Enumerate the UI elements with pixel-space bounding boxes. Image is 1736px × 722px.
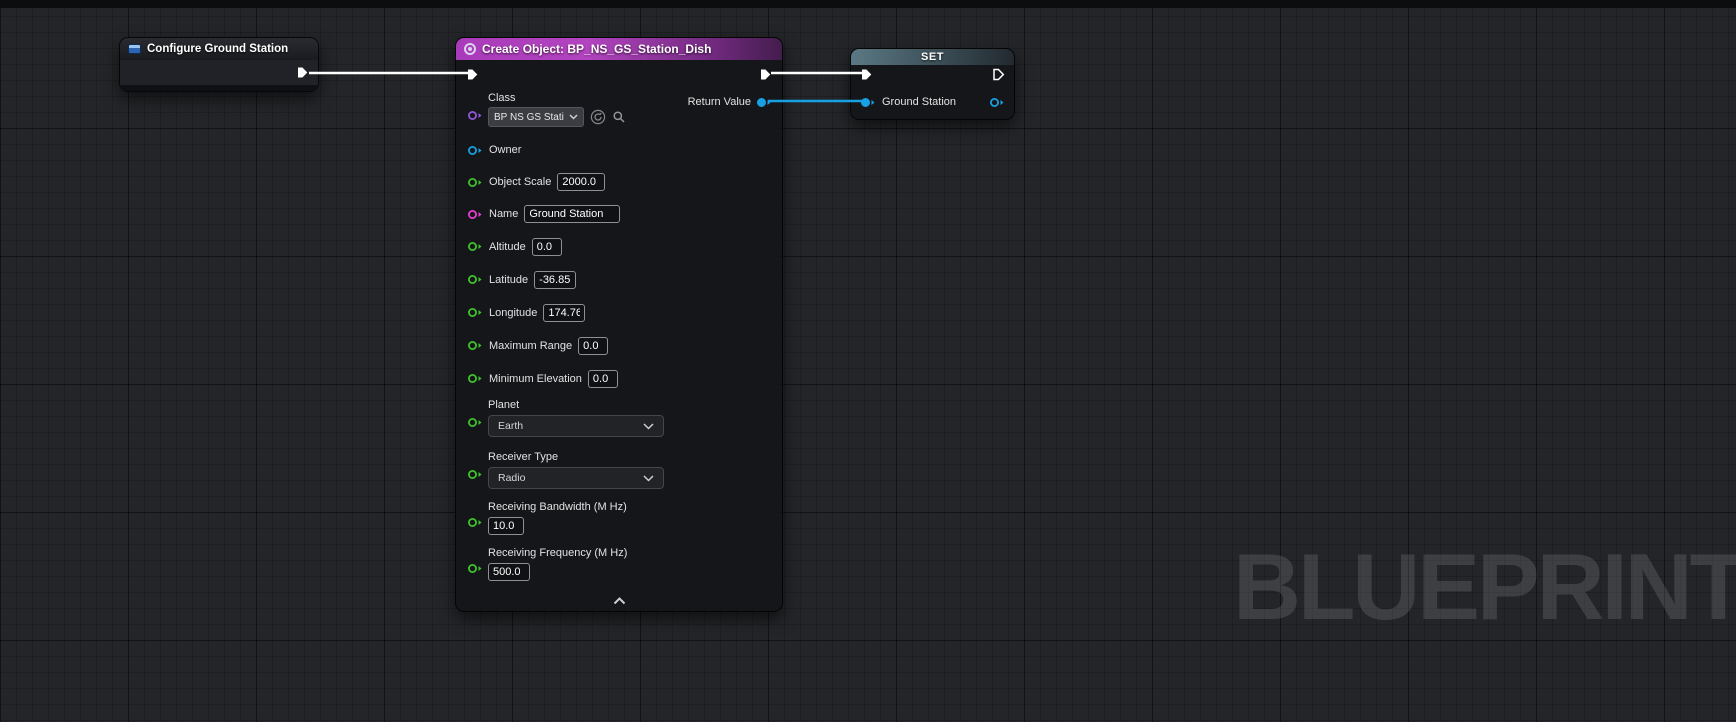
- node-title: Configure Ground Station: [147, 43, 288, 55]
- node-header[interactable]: Create Object: BP_NS_GS_Station_Dish: [456, 38, 782, 60]
- search-icon[interactable]: [612, 110, 626, 124]
- pin-label: Ground Station: [882, 96, 956, 108]
- node-create-object[interactable]: Create Object: BP_NS_GS_Station_Dish Cla…: [455, 37, 783, 612]
- receiving-frequency-input[interactable]: [488, 563, 530, 581]
- ground-station-input-pin[interactable]: [860, 97, 876, 108]
- float-pin[interactable]: [467, 563, 483, 574]
- pin-row-receiver-type: Receiver Type Radio: [456, 451, 782, 489]
- receiver-type-dropdown[interactable]: Radio: [488, 467, 664, 489]
- float-pin[interactable]: [467, 340, 483, 351]
- pin-row-planet: Planet Earth: [456, 399, 782, 437]
- chevron-down-icon: [643, 475, 654, 482]
- pin-row-altitude: Altitude: [456, 230, 782, 263]
- node-configure-ground-station[interactable]: Configure Ground Station: [119, 37, 319, 92]
- exec-input-pin[interactable]: [466, 68, 479, 81]
- node-title: Create Object: BP_NS_GS_Station_Dish: [482, 42, 711, 56]
- pin-label: Owner: [489, 144, 521, 156]
- node-set-ground-station[interactable]: SET Ground Station: [850, 48, 1015, 120]
- name-input[interactable]: [524, 205, 620, 223]
- float-pin[interactable]: [467, 307, 483, 318]
- float-pin[interactable]: [467, 177, 483, 188]
- altitude-input[interactable]: [532, 238, 562, 256]
- float-pin[interactable]: [467, 274, 483, 285]
- latitude-input[interactable]: [534, 271, 576, 289]
- macro-icon: [128, 44, 141, 54]
- minimum-elevation-input[interactable]: [588, 370, 618, 388]
- exec-output-pin[interactable]: [296, 66, 309, 79]
- pin-row-receiving-bandwidth: Receiving Bandwidth (M Hz): [456, 501, 782, 535]
- receiver-type-dropdown-value: Radio: [498, 472, 525, 484]
- longitude-input[interactable]: [543, 304, 585, 322]
- float-pin[interactable]: [467, 373, 483, 384]
- pin-label: Receiving Frequency (M Hz): [488, 547, 782, 559]
- pin-label: Altitude: [489, 241, 526, 253]
- float-pin[interactable]: [467, 469, 483, 480]
- chevron-down-icon: [569, 114, 578, 120]
- string-pin[interactable]: [467, 209, 483, 220]
- class-dropdown[interactable]: BP NS GS Stati: [488, 107, 584, 127]
- node-header[interactable]: SET: [851, 49, 1014, 65]
- node-body: [120, 60, 318, 85]
- blueprint-graph-canvas[interactable]: Configure Ground Station Create Object: …: [0, 0, 1736, 722]
- exec-input-pin[interactable]: [860, 68, 873, 81]
- pin-row-owner: Owner: [456, 134, 782, 166]
- pin-row-return-value: Return Value: [688, 95, 772, 109]
- pin-label: Receiving Bandwidth (M Hz): [488, 501, 782, 513]
- pin-label: Return Value: [688, 96, 751, 108]
- chevron-down-icon: [643, 423, 654, 430]
- class-dropdown-value: BP NS GS Stati: [494, 112, 564, 123]
- pin-label: Receiver Type: [488, 451, 782, 463]
- chevron-up-icon: [613, 597, 626, 605]
- planet-dropdown-value: Earth: [498, 420, 523, 432]
- top-edge-shadow: [0, 0, 1736, 8]
- receiving-bandwidth-input[interactable]: [488, 517, 524, 535]
- pin-label: Object Scale: [489, 176, 551, 188]
- pin-label: Longitude: [489, 307, 537, 319]
- return-value-pin[interactable]: [756, 97, 772, 108]
- float-pin[interactable]: [467, 417, 483, 428]
- create-object-icon: [464, 43, 476, 55]
- node-header[interactable]: Configure Ground Station: [120, 38, 318, 60]
- reset-to-default-icon[interactable]: [590, 109, 606, 125]
- exec-pin-row: [851, 65, 1014, 83]
- pin-row-object-scale: Object Scale: [456, 166, 782, 198]
- pin-label: Maximum Range: [489, 340, 572, 352]
- blueprint-watermark: BLUEPRINT: [1233, 540, 1736, 634]
- pin-label: Name: [489, 208, 518, 220]
- node-footer: [120, 85, 318, 91]
- exec-output-pin[interactable]: [759, 68, 772, 81]
- pin-label: Minimum Elevation: [489, 373, 582, 385]
- collapse-node-button[interactable]: [456, 594, 782, 608]
- pin-row-minimum-elevation: Minimum Elevation: [456, 362, 782, 395]
- pin-row-ground-station: Ground Station: [851, 87, 1014, 117]
- pin-row-latitude: Latitude: [456, 263, 782, 296]
- planet-dropdown[interactable]: Earth: [488, 415, 664, 437]
- exec-pin-row: [456, 60, 782, 88]
- pin-row-class: Class BP NS GS Stati Return Value: [456, 88, 782, 134]
- pin-row-name: Name: [456, 198, 782, 230]
- object-scale-input[interactable]: [557, 173, 605, 191]
- node-title: SET: [921, 51, 944, 63]
- float-pin[interactable]: [467, 517, 483, 528]
- pin-label: Planet: [488, 399, 782, 411]
- exec-output-pin[interactable]: [992, 68, 1005, 81]
- maximum-range-input[interactable]: [578, 337, 608, 355]
- pin-row-longitude: Longitude: [456, 296, 782, 329]
- float-pin[interactable]: [467, 241, 483, 252]
- class-pin[interactable]: [467, 110, 483, 121]
- pin-row-maximum-range: Maximum Range: [456, 329, 782, 362]
- pin-row-receiving-frequency: Receiving Frequency (M Hz): [456, 547, 782, 581]
- owner-pin[interactable]: [467, 145, 483, 156]
- ground-station-output-pin[interactable]: [989, 97, 1005, 108]
- pin-label: Latitude: [489, 274, 528, 286]
